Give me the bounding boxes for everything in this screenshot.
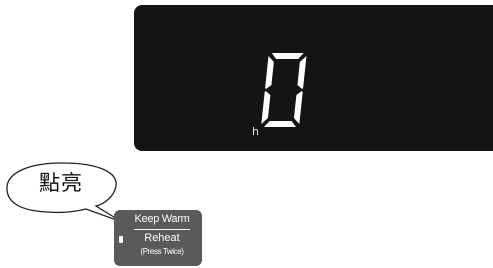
lcd-display-panel: h	[134, 5, 493, 151]
callout-text: 點亮	[39, 171, 83, 195]
seven-segment-digit	[259, 51, 307, 129]
appliance-control-view: h 點亮 Keep Warm Reheat (Press Twice)	[0, 0, 493, 268]
keep-warm-reheat-button[interactable]: Keep Warm Reheat (Press Twice)	[114, 210, 202, 266]
press-twice-label: (Press Twice)	[140, 247, 184, 256]
hour-unit-label: h	[252, 125, 259, 138]
keep-warm-indicator-light	[119, 236, 123, 243]
button-divider-line	[134, 229, 190, 230]
reheat-label: Reheat	[144, 232, 180, 244]
callout-bubble: 點亮	[0, 160, 130, 268]
keep-warm-label: Keep Warm	[134, 213, 190, 225]
